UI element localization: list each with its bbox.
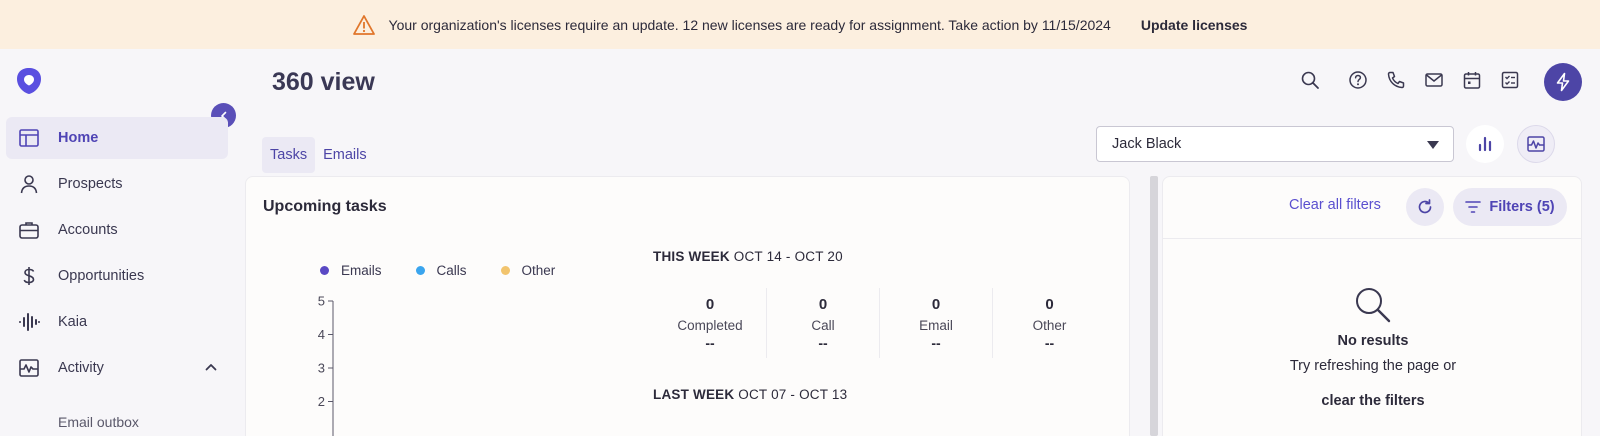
clear-filters-link[interactable]: clear the filters — [1163, 393, 1583, 409]
y-tick-label: 5 — [318, 295, 325, 309]
user-select[interactable]: Jack Black — [1096, 126, 1454, 162]
magnifier-icon — [1353, 285, 1393, 325]
sidebar-item-label: Accounts — [58, 222, 118, 238]
sidebar-item-accounts[interactable]: Accounts — [6, 209, 228, 251]
view-tabs: Tasks Emails — [262, 137, 375, 173]
sidebar-item-activity[interactable]: Activity — [6, 347, 228, 389]
legend-item-calls: Calls — [415, 263, 467, 278]
stat-call: 0 Call -- — [767, 288, 880, 358]
upcoming-tasks-card: Upcoming tasks Emails Calls Other 5 4 3 2 T… — [245, 176, 1130, 436]
refresh-icon — [1418, 199, 1432, 214]
sidebar-nav: Home Prospects Accounts Opportunities Ka… — [6, 117, 228, 393]
stat-email: 0 Email -- — [880, 288, 993, 358]
chart-view-button[interactable] — [1466, 125, 1504, 163]
sidebar-item-opportunities[interactable]: Opportunities — [6, 255, 228, 297]
stat-sub: -- — [931, 335, 941, 351]
filters-panel-header: Clear all filters Filters (5) — [1163, 177, 1581, 239]
sidebar-subitem-email-outbox[interactable]: Email outbox — [58, 414, 139, 430]
caret-down-icon — [1427, 141, 1439, 149]
dollar-icon — [18, 265, 40, 287]
stat-label: Other — [1032, 318, 1067, 333]
stat-completed: 0 Completed -- — [654, 288, 767, 358]
sidebar-item-label: Activity — [58, 360, 104, 376]
waveform-icon — [18, 311, 40, 333]
sidebar-item-prospects[interactable]: Prospects — [6, 163, 228, 205]
stat-sub: -- — [818, 335, 828, 351]
last-week-label: LAST WEEK — [653, 387, 735, 402]
activity-icon — [18, 357, 40, 379]
stat-sub: -- — [1044, 335, 1055, 351]
license-banner: Your organization's licenses require an … — [0, 0, 1600, 49]
y-tick-label: 4 — [318, 327, 325, 342]
last-week-header: LAST WEEK OCT 07 - OCT 13 — [653, 387, 847, 402]
this-week-range: OCT 14 - OCT 20 — [733, 249, 843, 264]
legend-dot — [320, 266, 329, 275]
legend-item-emails: Emails — [320, 263, 382, 278]
chevron-up-icon[interactable] — [204, 360, 218, 378]
warning-icon — [352, 14, 375, 36]
clear-all-filters-button[interactable]: Clear all filters — [1289, 197, 1381, 213]
page-title: 360 view — [272, 68, 375, 96]
calendar-icon[interactable] — [1460, 68, 1484, 92]
search-icon[interactable] — [1298, 68, 1322, 92]
y-tick-label: 3 — [318, 361, 325, 376]
sidebar-item-label: Kaia — [58, 314, 88, 330]
tab-emails[interactable]: Emails — [315, 137, 375, 173]
bolt-icon[interactable] — [1544, 63, 1582, 101]
activity-view-button[interactable] — [1517, 125, 1555, 163]
stat-other: 0 Other -- — [993, 288, 1106, 358]
person-icon — [18, 173, 40, 195]
this-week-label: THIS WEEK — [653, 249, 730, 264]
stat-value: 0 — [1045, 296, 1054, 313]
legend-label: Calls — [436, 263, 467, 278]
last-week-range: OCT 07 - OCT 13 — [738, 387, 848, 402]
stat-label: Completed — [677, 318, 743, 333]
checklist-icon[interactable] — [1498, 68, 1522, 92]
user-select-value: Jack Black — [1112, 136, 1182, 152]
layout-icon — [18, 127, 40, 149]
legend-label: Other — [521, 263, 556, 278]
app-logo-icon[interactable] — [14, 66, 44, 96]
help-icon[interactable] — [1346, 68, 1370, 92]
empty-title: No results — [1337, 333, 1409, 349]
legend-dot — [500, 266, 510, 275]
refresh-button[interactable] — [1406, 188, 1444, 226]
mail-icon[interactable] — [1422, 68, 1446, 92]
legend-dot — [415, 266, 425, 275]
header-toolbar — [1298, 68, 1522, 92]
empty-state: No results Try refreshing the page or cl… — [1163, 285, 1583, 409]
chart-legend: Emails Calls Other — [320, 263, 589, 278]
empty-message: Try refreshing the page or — [1289, 358, 1457, 374]
card-title: Upcoming tasks — [263, 198, 387, 215]
stat-sub: -- — [705, 335, 715, 351]
briefcase-icon — [18, 219, 40, 241]
sidebar-item-label: Home — [58, 130, 99, 146]
sidebar-item-label: Prospects — [58, 176, 123, 192]
stat-value: 0 — [931, 296, 941, 313]
tab-tasks[interactable]: Tasks — [262, 137, 316, 173]
stat-label: Call — [811, 318, 835, 333]
stat-value: 0 — [705, 296, 715, 313]
bar-chart-icon — [1478, 136, 1492, 152]
filters-button[interactable]: Filters (5) — [1453, 188, 1567, 226]
legend-label: Emails — [341, 263, 382, 278]
scrollbar[interactable] — [1150, 176, 1158, 436]
sidebar-item-label: Opportunities — [58, 268, 145, 284]
sidebar-item-kaia[interactable]: Kaia — [6, 301, 228, 343]
phone-icon[interactable] — [1384, 68, 1408, 92]
this-week-stats: 0 Completed -- 0 Call -- 0 Email -- 0 Ot… — [654, 288, 1106, 358]
banner-message: Your organization's licenses require an … — [388, 16, 1111, 33]
this-week-header: THIS WEEK OCT 14 - OCT 20 — [653, 249, 843, 264]
activity-icon — [1527, 136, 1545, 152]
sidebar-item-home[interactable]: Home — [6, 117, 228, 159]
filters-panel: Clear all filters Filters (5) No results… — [1162, 176, 1582, 436]
stat-value: 0 — [818, 296, 828, 313]
stat-label: Email — [919, 318, 953, 333]
filters-button-label: Filters (5) — [1489, 199, 1555, 215]
tasks-chart: 5 4 3 2 — [318, 295, 334, 436]
y-tick-label: 2 — [318, 394, 325, 409]
legend-item-other: Other — [500, 263, 556, 278]
update-licenses-link[interactable]: Update licenses — [1141, 17, 1248, 33]
filter-icon — [1465, 201, 1482, 213]
